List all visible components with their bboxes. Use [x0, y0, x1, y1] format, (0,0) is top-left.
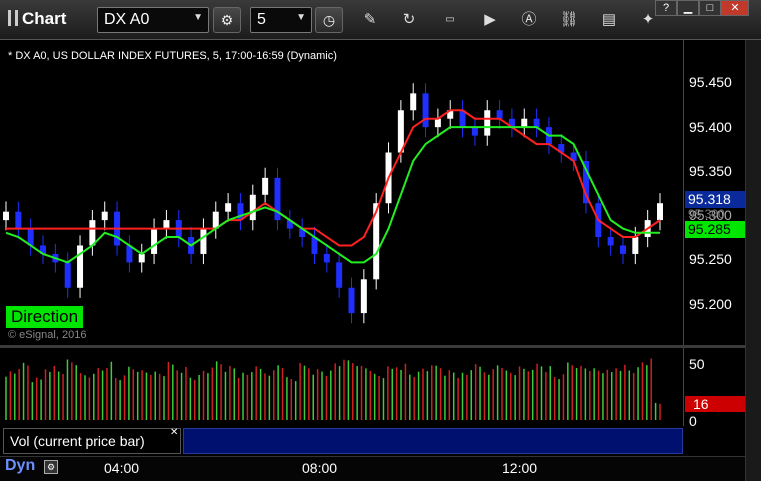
price-tick: 95.250: [689, 251, 732, 267]
chart-canvas: [3, 83, 663, 420]
candle-body: [471, 127, 478, 136]
price-tick: 95.450: [689, 74, 732, 90]
candle-body: [151, 228, 158, 254]
candle-body: [336, 262, 343, 288]
candle-body: [484, 110, 491, 136]
candle-body: [521, 118, 528, 128]
price-tick: 95.350: [689, 163, 732, 179]
dynamic-mode-label[interactable]: Dyn: [5, 457, 35, 475]
candle-body: [138, 253, 145, 263]
candle-body: [657, 203, 663, 221]
direction-price-tag: 95.285: [685, 221, 745, 238]
time-tick: 04:00: [104, 460, 140, 476]
candle-body: [323, 253, 330, 263]
volume-tick: 50: [689, 356, 705, 372]
copyright-text: © eSignal, 2016: [8, 329, 87, 341]
candle-body: [410, 93, 417, 111]
candle-body: [360, 279, 367, 314]
candle-body: [89, 220, 96, 246]
direction-label: Direction: [6, 306, 84, 328]
last-price-tag: 95.318: [685, 191, 745, 208]
candle-body: [200, 228, 207, 254]
volume-study-bar[interactable]: [183, 428, 683, 454]
candle-body: [619, 245, 626, 254]
price-tick: 95.400: [689, 119, 732, 135]
candle-body: [3, 211, 9, 221]
candle-body: [348, 287, 355, 314]
symbol-description: * DX A0, US DOLLAR INDEX FUTURES, 5, 17:…: [8, 50, 337, 62]
volume-study-legend[interactable]: Vol (current price bar): [3, 428, 181, 454]
candle-body: [15, 211, 22, 229]
price-tick: 95.200: [689, 296, 732, 312]
candle-body: [225, 203, 232, 212]
candle-body: [249, 194, 256, 221]
candle-body: [163, 220, 170, 229]
partial-price-tag: 95.300: [688, 207, 725, 221]
candle-body: [64, 262, 71, 288]
candle-body: [434, 118, 441, 128]
vertical-scrollbar[interactable]: [745, 40, 761, 481]
volume-current-tag: 16: [685, 396, 745, 412]
candle-body: [422, 93, 429, 128]
candle-body: [632, 237, 639, 254]
volume-tick: 0: [689, 413, 697, 429]
candle-body: [607, 237, 614, 246]
candle-body: [533, 118, 540, 128]
dynamic-settings-icon[interactable]: ⚙: [44, 460, 58, 474]
candle-body: [496, 110, 503, 119]
red-ma-line: [6, 109, 661, 247]
time-tick: 12:00: [502, 460, 538, 476]
time-tick: 08:00: [302, 460, 338, 476]
volume-study-label: Vol (current price bar): [10, 433, 145, 449]
candle-body: [262, 177, 269, 195]
candle-body: [101, 211, 108, 221]
close-study-icon[interactable]: ✕: [170, 427, 178, 438]
